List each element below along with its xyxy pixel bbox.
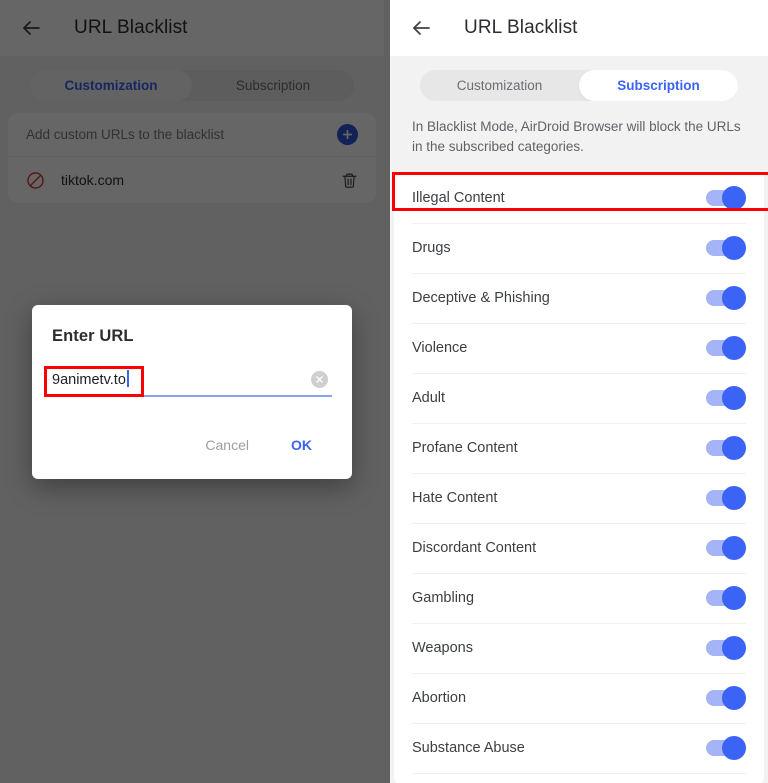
category-label: Hate Content bbox=[412, 490, 498, 506]
toggle-knob bbox=[722, 436, 746, 460]
custom-url-card: Add custom URLs to the blacklist tiktok.… bbox=[8, 113, 376, 203]
category-label: Adult bbox=[412, 390, 446, 406]
category-row-weapons[interactable]: Weapons bbox=[394, 623, 764, 673]
blacklist-url-label: tiktok.com bbox=[61, 172, 125, 188]
category-toggle[interactable] bbox=[706, 636, 746, 660]
category-toggle[interactable] bbox=[706, 536, 746, 560]
right-tab-bar-wrap: Customization Subscription bbox=[390, 56, 768, 113]
category-label: Weapons bbox=[412, 640, 473, 656]
category-row-adult[interactable]: Adult bbox=[394, 373, 764, 423]
category-toggle[interactable] bbox=[706, 486, 746, 510]
close-circle-icon[interactable] bbox=[311, 370, 328, 388]
block-icon bbox=[26, 171, 45, 190]
blacklist-description: In Blacklist Mode, AirDroid Browser will… bbox=[390, 113, 768, 173]
category-row-substance-abuse[interactable]: Substance Abuse bbox=[394, 723, 764, 773]
url-input-field[interactable]: 9animetv.to bbox=[52, 370, 332, 397]
category-label: Substance Abuse bbox=[412, 740, 525, 756]
right-tab-bar: Customization Subscription bbox=[420, 70, 738, 101]
category-label: Deceptive & Phishing bbox=[412, 290, 550, 306]
arrow-left-icon[interactable] bbox=[18, 15, 44, 41]
left-tab-bar: Customization Subscription bbox=[30, 70, 354, 101]
category-list: Illegal Content Drugs Deceptive & Phishi… bbox=[394, 173, 764, 783]
category-row-deceptive-phishing[interactable]: Deceptive & Phishing bbox=[394, 273, 764, 323]
category-label: Violence bbox=[412, 340, 468, 356]
dialog-actions: Cancel OK bbox=[52, 431, 332, 471]
left-panel: URL Blacklist Customization Subscription… bbox=[0, 0, 384, 783]
add-custom-url-row[interactable]: Add custom URLs to the blacklist bbox=[8, 113, 376, 157]
right-app-bar: URL Blacklist bbox=[390, 0, 768, 56]
toggle-knob bbox=[722, 736, 746, 760]
left-app-bar: URL Blacklist bbox=[0, 0, 384, 56]
blacklist-row[interactable]: tiktok.com bbox=[8, 157, 376, 203]
toggle-knob bbox=[722, 286, 746, 310]
tab-subscription[interactable]: Subscription bbox=[192, 70, 354, 101]
tab-customization[interactable]: Customization bbox=[30, 70, 192, 101]
toggle-knob bbox=[722, 686, 746, 710]
category-toggle[interactable] bbox=[706, 586, 746, 610]
category-row-illegal-content[interactable]: Illegal Content bbox=[394, 173, 764, 223]
list-footer-divider bbox=[412, 773, 746, 783]
arrow-left-icon[interactable] bbox=[408, 15, 434, 41]
text-caret bbox=[126, 370, 129, 387]
plus-icon[interactable] bbox=[337, 124, 358, 145]
category-row-drugs[interactable]: Drugs bbox=[394, 223, 764, 273]
category-toggle[interactable] bbox=[706, 736, 746, 760]
toggle-knob bbox=[722, 586, 746, 610]
right-panel: URL Blacklist Customization Subscription… bbox=[384, 0, 768, 783]
page-title: URL Blacklist bbox=[74, 17, 188, 38]
category-row-hate-content[interactable]: Hate Content bbox=[394, 473, 764, 523]
category-toggle[interactable] bbox=[706, 336, 746, 360]
toggle-knob bbox=[722, 186, 746, 210]
dialog-title: Enter URL bbox=[52, 327, 134, 345]
toggle-knob bbox=[722, 336, 746, 360]
category-row-profane-content[interactable]: Profane Content bbox=[394, 423, 764, 473]
page-title: URL Blacklist bbox=[464, 17, 578, 38]
url-input-value[interactable]: 9animetv.to bbox=[52, 370, 311, 388]
toggle-knob bbox=[722, 536, 746, 560]
category-label: Profane Content bbox=[412, 440, 518, 456]
toggle-knob bbox=[722, 636, 746, 660]
toggle-knob bbox=[722, 386, 746, 410]
ok-button[interactable]: OK bbox=[283, 431, 320, 459]
url-input-text: 9animetv.to bbox=[52, 372, 126, 388]
category-row-abortion[interactable]: Abortion bbox=[394, 673, 764, 723]
category-toggle[interactable] bbox=[706, 436, 746, 460]
category-label: Abortion bbox=[412, 690, 467, 706]
tab-subscription[interactable]: Subscription bbox=[579, 70, 738, 101]
category-toggle[interactable] bbox=[706, 236, 746, 260]
category-label: Gambling bbox=[412, 590, 475, 606]
left-tab-bar-wrap: Customization Subscription bbox=[0, 56, 384, 113]
category-label: Discordant Content bbox=[412, 540, 537, 556]
toggle-knob bbox=[722, 236, 746, 260]
tab-customization[interactable]: Customization bbox=[420, 70, 579, 101]
enter-url-dialog: Enter URL 9animetv.to Cancel OK bbox=[32, 305, 352, 479]
category-row-gambling[interactable]: Gambling bbox=[394, 573, 764, 623]
category-label: Illegal Content bbox=[412, 190, 505, 206]
add-custom-url-label: Add custom URLs to the blacklist bbox=[26, 127, 225, 142]
trash-icon[interactable] bbox=[341, 171, 358, 190]
category-toggle[interactable] bbox=[706, 286, 746, 310]
category-toggle[interactable] bbox=[706, 686, 746, 710]
app-screen: URL Blacklist Customization Subscription… bbox=[0, 0, 768, 783]
category-label: Drugs bbox=[412, 240, 451, 256]
toggle-knob bbox=[722, 486, 746, 510]
category-row-discordant-content[interactable]: Discordant Content bbox=[394, 523, 764, 573]
cancel-button[interactable]: Cancel bbox=[197, 431, 257, 459]
category-row-violence[interactable]: Violence bbox=[394, 323, 764, 373]
category-toggle[interactable] bbox=[706, 186, 746, 210]
category-toggle[interactable] bbox=[706, 386, 746, 410]
